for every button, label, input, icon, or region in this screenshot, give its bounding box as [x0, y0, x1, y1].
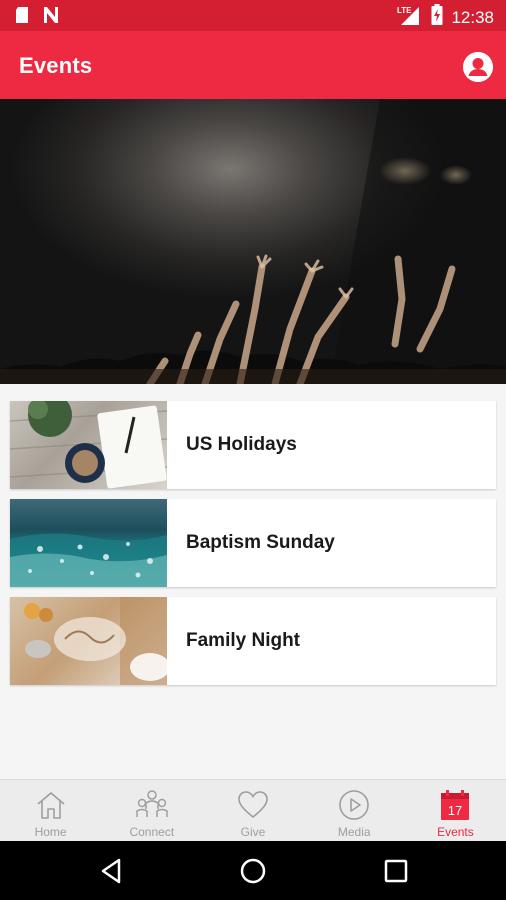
nav-connect[interactable]: Connect — [101, 780, 202, 841]
nav-events[interactable]: 17 Events — [405, 780, 506, 841]
n-notification-icon — [42, 6, 60, 29]
nav-give[interactable]: Give — [202, 780, 303, 841]
event-card-baptism-sunday[interactable]: Baptism Sunday — [10, 499, 496, 587]
nav-label: Events — [437, 825, 474, 839]
home-circle-icon — [240, 858, 266, 884]
profile-button[interactable] — [463, 52, 493, 82]
event-title: Baptism Sunday — [186, 532, 335, 553]
home-icon — [34, 788, 68, 822]
event-card-family-night[interactable]: Family Night — [10, 597, 496, 685]
back-button[interactable] — [97, 857, 125, 885]
nav-label: Connect — [129, 825, 175, 839]
family-thumbnail — [10, 597, 167, 685]
status-bar: LTE 12:38 — [0, 0, 506, 31]
event-title: US Holidays — [186, 434, 297, 455]
recents-square-icon — [384, 859, 408, 883]
status-time: 12:38 — [451, 7, 494, 27]
nav-label: Media — [337, 825, 371, 839]
event-title: Family Night — [186, 630, 301, 651]
hero-image — [0, 99, 506, 384]
home-system-button[interactable] — [239, 857, 267, 885]
heart-icon — [236, 788, 270, 822]
people-icon — [135, 788, 169, 822]
baptism-thumbnail — [10, 499, 167, 587]
app-bar: Events — [0, 31, 506, 99]
calendar-day: 17 — [448, 803, 462, 818]
signal-icon: LTE — [397, 4, 423, 31]
svg-text:LTE: LTE — [397, 6, 412, 15]
account-circle-icon — [463, 52, 493, 82]
concert-hands-illustration — [0, 99, 506, 384]
nav-label: Give — [240, 825, 266, 839]
bottom-nav: Home Connect Give Media 17 Events — [0, 779, 506, 841]
status-right-icons: LTE 12:38 — [397, 4, 494, 31]
nav-media[interactable]: Media — [304, 780, 405, 841]
sd-card-icon — [14, 6, 30, 29]
system-nav-bar — [0, 841, 506, 900]
page-title: Events — [19, 53, 93, 78]
event-card-us-holidays[interactable]: US Holidays — [10, 401, 496, 489]
nav-home[interactable]: Home — [0, 780, 101, 841]
event-list: US Holidays Baptism Sunday Family Night — [10, 401, 496, 695]
battery-charging-icon — [431, 4, 443, 31]
nav-label: Home — [34, 825, 67, 839]
back-triangle-icon — [101, 858, 121, 884]
holidays-thumbnail — [10, 401, 167, 489]
play-circle-icon — [337, 788, 371, 822]
status-left-icons — [14, 6, 60, 29]
recents-button[interactable] — [382, 857, 410, 885]
calendar-icon: 17 — [438, 788, 472, 822]
